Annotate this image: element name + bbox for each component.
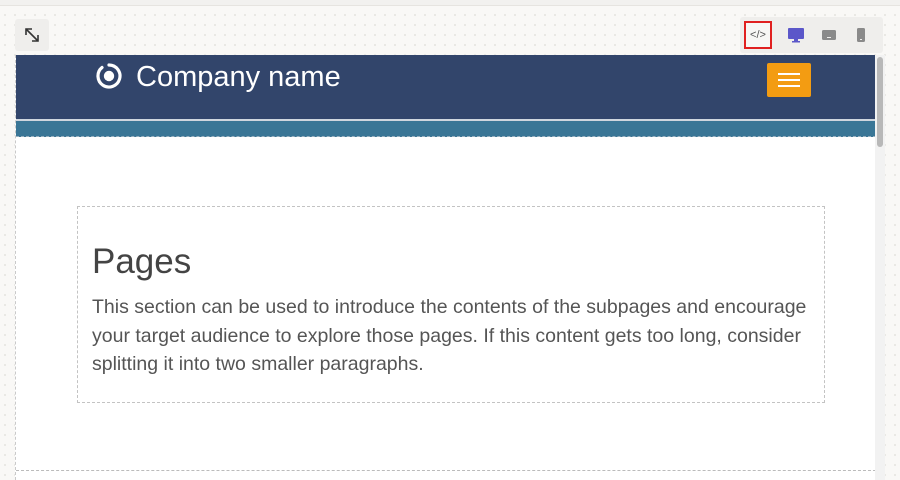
company-name[interactable]: Company name <box>136 60 341 94</box>
canvas-scrollbar[interactable] <box>875 55 885 480</box>
pages-section[interactable]: Pages This section can be used to introd… <box>77 206 825 403</box>
site-header: Company name <box>16 55 876 119</box>
tablet-icon <box>822 30 836 40</box>
desktop-view-button[interactable] <box>782 21 810 49</box>
mobile-view-button[interactable] <box>847 21 875 49</box>
preview-canvas: Company name Pages This section can be u… <box>15 55 885 480</box>
code-icon: </> <box>750 29 766 41</box>
device-toolbar: </> <box>740 17 883 53</box>
monitor-icon <box>788 28 804 43</box>
accent-band <box>16 121 876 137</box>
expand-arrows-icon <box>25 28 39 42</box>
section-title: Pages <box>92 242 192 281</box>
scrollbar-thumb[interactable] <box>877 57 883 147</box>
phone-icon <box>857 28 865 42</box>
section-divider <box>16 470 876 471</box>
tablet-view-button[interactable] <box>815 21 843 49</box>
code-view-button[interactable]: </> <box>744 21 772 49</box>
expand-button[interactable] <box>15 19 49 51</box>
ring-logo-icon <box>96 63 122 89</box>
menu-button[interactable] <box>767 63 811 97</box>
editor-top-strip <box>0 0 900 6</box>
section-text: This section can be used to introduce th… <box>92 296 807 375</box>
hamburger-icon <box>778 73 800 75</box>
